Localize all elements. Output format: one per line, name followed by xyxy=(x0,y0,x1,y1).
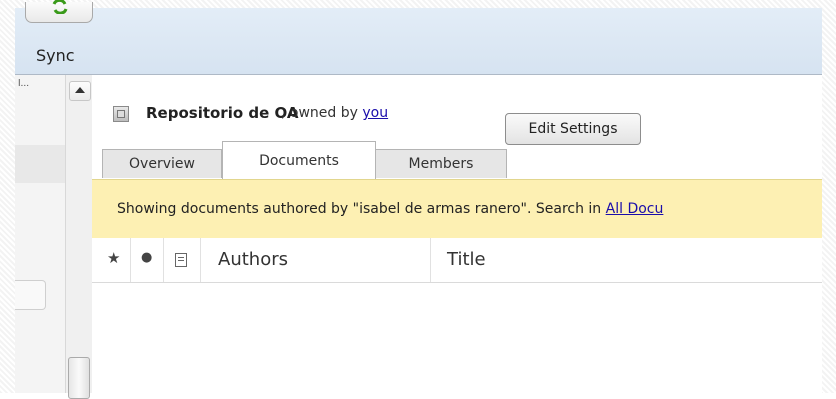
filter-notice: Showing documents authored by "isabel de… xyxy=(92,179,822,239)
column-header-title[interactable]: Title xyxy=(447,249,486,270)
sync-button[interactable] xyxy=(25,0,93,23)
column-divider xyxy=(430,238,431,282)
sync-label[interactable]: Sync xyxy=(36,46,75,65)
sidebar-selected-row[interactable] xyxy=(15,145,65,183)
column-divider xyxy=(130,238,131,282)
tab-documents[interactable]: Documents xyxy=(222,141,376,179)
sidebar-search-field[interactable] xyxy=(15,280,46,310)
tab-members[interactable]: Members xyxy=(375,149,507,178)
column-divider xyxy=(163,238,164,282)
main-panel: Repositorio de OA , owned by you Edit Se… xyxy=(92,75,822,393)
owned-by-text: , owned by you xyxy=(281,105,388,121)
column-header-authors[interactable]: Authors xyxy=(218,249,288,270)
sidebar-truncated-item[interactable]: l... xyxy=(18,79,29,89)
owner-link[interactable]: you xyxy=(362,105,388,121)
sidebar-scrollbar[interactable] xyxy=(65,75,92,399)
document-grid-header: ★ ● Authors Title xyxy=(92,238,822,283)
refresh-icon xyxy=(52,0,68,14)
column-divider xyxy=(200,238,201,282)
tab-overview[interactable]: Overview xyxy=(102,149,222,178)
toolbar: Sync xyxy=(15,0,822,75)
sidebar: l... xyxy=(15,75,92,399)
unread-dot-icon[interactable]: ● xyxy=(141,250,152,265)
group-icon xyxy=(113,106,129,122)
star-icon[interactable]: ★ xyxy=(107,249,120,267)
group-name: Repositorio de OA xyxy=(146,104,299,122)
notice-text: Showing documents authored by "isabel de… xyxy=(117,201,663,217)
notice-message: Showing documents authored by "isabel de… xyxy=(117,201,606,217)
owned-prefix: , owned by xyxy=(281,105,363,121)
edit-settings-button[interactable]: Edit Settings xyxy=(505,113,641,145)
all-documents-link[interactable]: All Docu xyxy=(606,201,664,217)
scroll-up-arrow-icon[interactable] xyxy=(69,81,91,101)
document-type-icon[interactable] xyxy=(175,253,187,267)
